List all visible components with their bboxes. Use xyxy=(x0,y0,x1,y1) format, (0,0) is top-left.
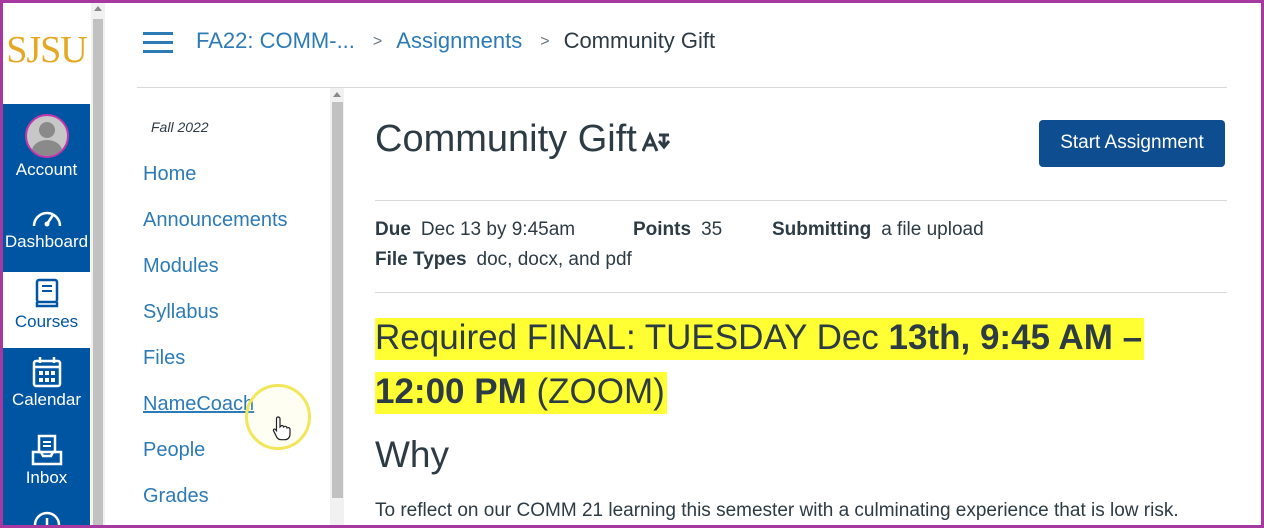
immersive-reader-icon[interactable] xyxy=(642,131,672,153)
breadcrumb-course-link[interactable]: FA22: COMM-... xyxy=(196,28,355,53)
file-types-detail: File Types doc, docx, and pdf xyxy=(375,249,632,271)
start-assignment-button[interactable]: Start Assignment xyxy=(1039,120,1225,167)
submitting-detail: Submitting a file upload xyxy=(772,219,984,241)
course-nav-syllabus[interactable]: Syllabus xyxy=(143,301,219,324)
points-detail: Points 35 xyxy=(633,219,722,241)
course-menu-toggle[interactable] xyxy=(143,32,173,54)
submitting-label: Submitting xyxy=(772,219,872,240)
assignment-description: To reflect on our COMM 21 learning this … xyxy=(375,500,1179,521)
due-value: Dec 13 by 9:45am xyxy=(420,219,576,240)
global-nav-calendar[interactable]: Calendar xyxy=(3,356,90,426)
inbox-icon xyxy=(31,434,62,466)
course-nav-grades[interactable]: Grades xyxy=(143,485,209,508)
global-nav-account[interactable]: Account xyxy=(3,114,90,190)
global-nav-history[interactable] xyxy=(3,510,90,530)
scroll-up-arrow-icon[interactable] xyxy=(94,6,102,11)
assignment-title: Community Gift xyxy=(375,118,637,160)
scrollbar-thumb[interactable] xyxy=(93,19,103,525)
global-nav-label: Courses xyxy=(14,312,79,331)
final-exam-notice-line2: 12:00 PM (ZOOM) xyxy=(375,372,667,414)
global-nav-label: Inbox xyxy=(25,468,68,487)
course-nav-announcements[interactable]: Announcements xyxy=(143,209,288,232)
scroll-up-arrow-icon[interactable] xyxy=(333,92,341,97)
file-types-label: File Types xyxy=(375,249,467,270)
chevron-right-icon: > xyxy=(372,33,383,50)
points-value: 35 xyxy=(701,219,723,240)
chevron-right-icon: > xyxy=(540,33,550,50)
page-scrollbar[interactable] xyxy=(91,3,105,525)
divider xyxy=(375,292,1227,293)
final-notice-text: Required FINAL: TUESDAY Dec xyxy=(375,318,889,357)
divider xyxy=(375,200,1227,201)
global-nav-menu: Account Dashboard Courses Calendar Inbox xyxy=(3,104,90,530)
clock-icon xyxy=(33,511,60,530)
sjsu-logo[interactable]: SJSU xyxy=(3,28,90,72)
global-nav-label: Account xyxy=(15,160,78,179)
course-nav-people[interactable]: People xyxy=(143,439,205,462)
global-nav: SJSU Account Dashboard Courses Calendar … xyxy=(3,3,90,530)
final-notice-bold: 13th, 9:45 AM – xyxy=(888,318,1143,357)
global-nav-inbox[interactable]: Inbox xyxy=(3,434,90,504)
final-notice-bold: 12:00 PM xyxy=(375,372,527,411)
global-nav-dashboard[interactable]: Dashboard xyxy=(3,204,90,270)
avatar xyxy=(24,114,69,158)
hand-pointer-icon xyxy=(272,416,291,441)
global-nav-label: Dashboard xyxy=(4,232,89,251)
final-notice-text: (ZOOM) xyxy=(526,372,665,411)
breadcrumb: FA22: COMM-... > Assignments > Community Gif… xyxy=(196,28,715,54)
submitting-value: a file upload xyxy=(881,219,984,240)
course-term: Fall 2022 xyxy=(151,119,209,135)
course-nav-scrollbar[interactable] xyxy=(330,88,344,525)
why-heading: Why xyxy=(375,434,449,475)
breadcrumb-current: Community Gift xyxy=(563,28,716,53)
scrollbar-thumb[interactable] xyxy=(332,102,343,498)
course-nav-files[interactable]: Files xyxy=(143,347,185,370)
courses-book-icon xyxy=(35,278,58,308)
global-nav-label: Calendar xyxy=(12,390,81,409)
calendar-icon xyxy=(32,357,61,388)
due-detail: Due Dec 13 by 9:45am xyxy=(375,219,575,241)
course-nav-namecoach[interactable]: NameCoach xyxy=(143,393,254,416)
file-types-value: doc, docx, and pdf xyxy=(476,249,632,270)
points-label: Points xyxy=(633,219,692,240)
final-exam-notice: Required FINAL: TUESDAY Dec 13th, 9:45 A… xyxy=(375,318,1145,360)
course-nav-modules[interactable]: Modules xyxy=(143,255,219,278)
global-nav-courses[interactable]: Courses xyxy=(3,272,90,348)
breadcrumb-assignments-link[interactable]: Assignments xyxy=(396,28,522,53)
course-nav-home[interactable]: Home xyxy=(143,163,196,186)
dashboard-gauge-icon xyxy=(32,211,61,227)
course-nav: Fall 2022 Home Announcements Modules Syl… xyxy=(137,88,330,525)
due-label: Due xyxy=(375,219,411,240)
